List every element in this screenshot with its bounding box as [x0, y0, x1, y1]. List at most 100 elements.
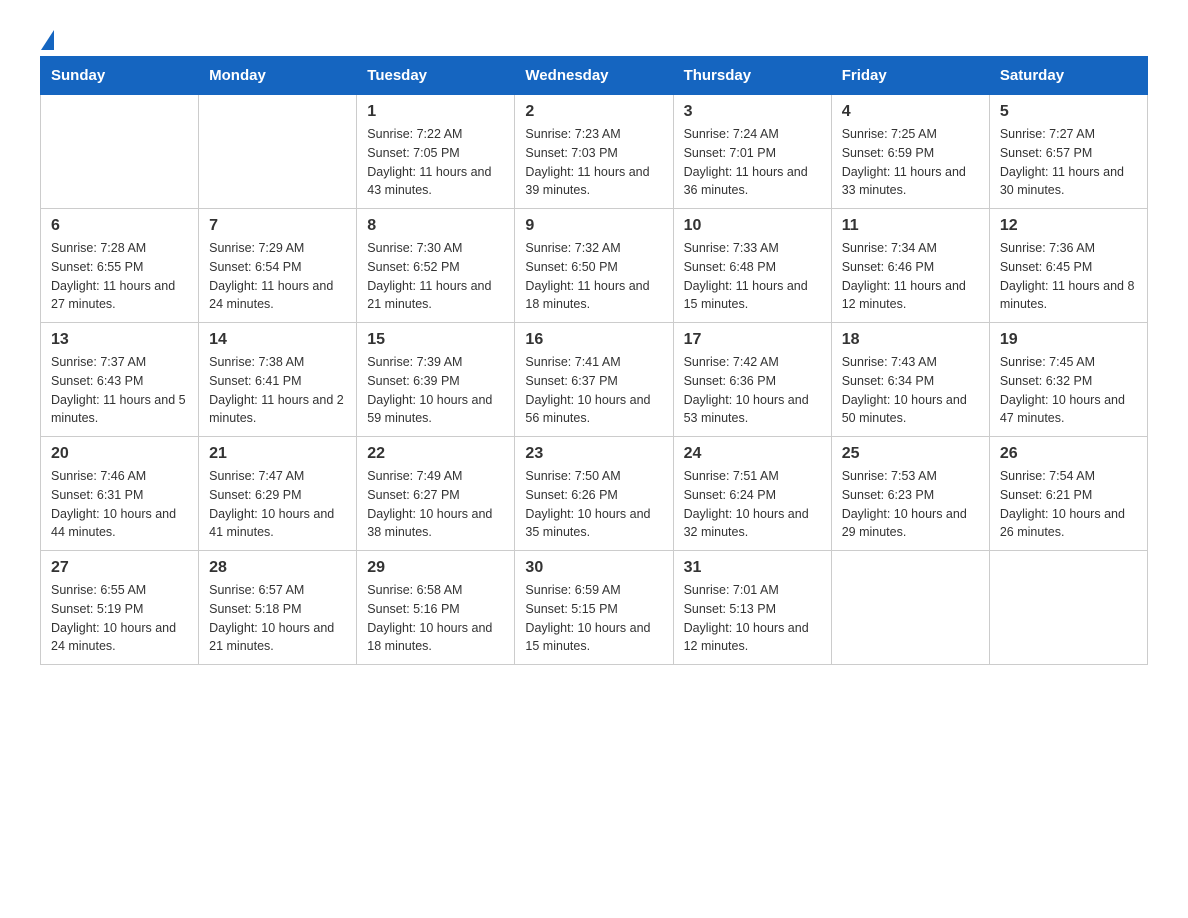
calendar-cell: 30Sunrise: 6:59 AMSunset: 5:15 PMDayligh…	[515, 551, 673, 665]
day-number: 4	[842, 103, 979, 121]
day-number: 9	[525, 217, 662, 235]
header-thursday: Thursday	[673, 57, 831, 95]
day-info: Sunrise: 7:54 AMSunset: 6:21 PMDaylight:…	[1000, 467, 1137, 542]
day-info: Sunrise: 7:39 AMSunset: 6:39 PMDaylight:…	[367, 353, 504, 428]
calendar-cell: 16 Sunrise: 7:41 AMSunset: 6:37 PMDayligh…	[515, 323, 673, 437]
calendar-table: SundayMondayTuesdayWednesdayThursdayFrid…	[40, 56, 1148, 665]
calendar-cell	[831, 551, 989, 665]
day-number: 23	[525, 445, 662, 463]
day-number: 22	[367, 445, 504, 463]
day-number: 24	[684, 445, 821, 463]
calendar-cell	[989, 551, 1147, 665]
calendar-week-row: 20 Sunrise: 7:46 AMSunset: 6:31 PMDayligh…	[41, 437, 1148, 551]
header-saturday: Saturday	[989, 57, 1147, 95]
day-number: 14	[209, 331, 346, 349]
day-number: 7	[209, 217, 346, 235]
day-info: Sunrise: 7:01 AMSunset: 5:13 PMDaylight:…	[684, 581, 821, 656]
calendar-cell: 17 Sunrise: 7:42 AMSunset: 6:36 PMDayligh…	[673, 323, 831, 437]
header-sunday: Sunday	[41, 57, 199, 95]
calendar-cell: 24Sunrise: 7:51 AMSunset: 6:24 PMDayligh…	[673, 437, 831, 551]
calendar-cell	[41, 95, 199, 209]
day-number: 19	[1000, 331, 1137, 349]
day-number: 1	[367, 103, 504, 121]
calendar-cell: 22 Sunrise: 7:49 AMSunset: 6:27 PMDayligh…	[357, 437, 515, 551]
day-info: Sunrise: 7:46 AMSunset: 6:31 PMDaylight:…	[51, 467, 188, 542]
day-number: 20	[51, 445, 188, 463]
day-info: Sunrise: 7:37 AMSunset: 6:43 PMDaylight:…	[51, 353, 188, 428]
header-friday: Friday	[831, 57, 989, 95]
day-info: Sunrise: 7:47 AMSunset: 6:29 PMDaylight:…	[209, 467, 346, 542]
calendar-cell: 3 Sunrise: 7:24 AMSunset: 7:01 PMDaylight…	[673, 95, 831, 209]
day-number: 16	[525, 331, 662, 349]
day-info: Sunrise: 6:58 AMSunset: 5:16 PMDaylight:…	[367, 581, 504, 656]
day-info: Sunrise: 7:22 AMSunset: 7:05 PMDaylight:…	[367, 125, 504, 200]
day-info: Sunrise: 7:28 AMSunset: 6:55 PMDaylight:…	[51, 239, 188, 314]
calendar-cell: 6 Sunrise: 7:28 AMSunset: 6:55 PMDaylight…	[41, 209, 199, 323]
calendar-week-row: 1 Sunrise: 7:22 AMSunset: 7:05 PMDaylight…	[41, 95, 1148, 209]
calendar-cell: 1 Sunrise: 7:22 AMSunset: 7:05 PMDaylight…	[357, 95, 515, 209]
day-info: Sunrise: 7:27 AMSunset: 6:57 PMDaylight:…	[1000, 125, 1137, 200]
day-number: 12	[1000, 217, 1137, 235]
day-number: 29	[367, 559, 504, 577]
calendar-cell: 31 Sunrise: 7:01 AMSunset: 5:13 PMDayligh…	[673, 551, 831, 665]
calendar-cell: 25Sunrise: 7:53 AMSunset: 6:23 PMDayligh…	[831, 437, 989, 551]
calendar-cell: 4 Sunrise: 7:25 AMSunset: 6:59 PMDaylight…	[831, 95, 989, 209]
day-number: 17	[684, 331, 821, 349]
day-info: Sunrise: 7:30 AMSunset: 6:52 PMDaylight:…	[367, 239, 504, 314]
day-number: 6	[51, 217, 188, 235]
calendar-cell: 19 Sunrise: 7:45 AMSunset: 6:32 PMDayligh…	[989, 323, 1147, 437]
day-info: Sunrise: 7:33 AMSunset: 6:48 PMDaylight:…	[684, 239, 821, 314]
header-tuesday: Tuesday	[357, 57, 515, 95]
header	[40, 30, 1148, 46]
day-number: 27	[51, 559, 188, 577]
calendar-cell: 27 Sunrise: 6:55 AMSunset: 5:19 PMDayligh…	[41, 551, 199, 665]
day-info: Sunrise: 7:50 AMSunset: 6:26 PMDaylight:…	[525, 467, 662, 542]
day-info: Sunrise: 7:45 AMSunset: 6:32 PMDaylight:…	[1000, 353, 1137, 428]
calendar-cell: 11 Sunrise: 7:34 AMSunset: 6:46 PMDayligh…	[831, 209, 989, 323]
day-number: 18	[842, 331, 979, 349]
day-number: 30	[525, 559, 662, 577]
day-number: 5	[1000, 103, 1137, 121]
logo	[40, 30, 54, 46]
day-number: 2	[525, 103, 662, 121]
day-info: Sunrise: 7:25 AMSunset: 6:59 PMDaylight:…	[842, 125, 979, 200]
calendar-week-row: 13 Sunrise: 7:37 AMSunset: 6:43 PMDayligh…	[41, 323, 1148, 437]
calendar-cell: 12Sunrise: 7:36 AMSunset: 6:45 PMDayligh…	[989, 209, 1147, 323]
calendar-cell: 2 Sunrise: 7:23 AMSunset: 7:03 PMDaylight…	[515, 95, 673, 209]
day-number: 3	[684, 103, 821, 121]
day-number: 28	[209, 559, 346, 577]
day-info: Sunrise: 7:23 AMSunset: 7:03 PMDaylight:…	[525, 125, 662, 200]
day-info: Sunrise: 7:29 AMSunset: 6:54 PMDaylight:…	[209, 239, 346, 314]
day-info: Sunrise: 7:41 AMSunset: 6:37 PMDaylight:…	[525, 353, 662, 428]
day-number: 15	[367, 331, 504, 349]
calendar-header-row: SundayMondayTuesdayWednesdayThursdayFrid…	[41, 57, 1148, 95]
day-info: Sunrise: 7:24 AMSunset: 7:01 PMDaylight:…	[684, 125, 821, 200]
logo-triangle-icon	[41, 30, 54, 50]
day-number: 10	[684, 217, 821, 235]
day-info: Sunrise: 7:34 AMSunset: 6:46 PMDaylight:…	[842, 239, 979, 314]
day-number: 13	[51, 331, 188, 349]
day-info: Sunrise: 7:49 AMSunset: 6:27 PMDaylight:…	[367, 467, 504, 542]
calendar-cell: 29 Sunrise: 6:58 AMSunset: 5:16 PMDayligh…	[357, 551, 515, 665]
day-number: 8	[367, 217, 504, 235]
calendar-cell: 23 Sunrise: 7:50 AMSunset: 6:26 PMDayligh…	[515, 437, 673, 551]
day-info: Sunrise: 6:55 AMSunset: 5:19 PMDaylight:…	[51, 581, 188, 656]
header-monday: Monday	[199, 57, 357, 95]
day-info: Sunrise: 6:57 AMSunset: 5:18 PMDaylight:…	[209, 581, 346, 656]
day-number: 21	[209, 445, 346, 463]
calendar-cell: 21 Sunrise: 7:47 AMSunset: 6:29 PMDayligh…	[199, 437, 357, 551]
day-info: Sunrise: 7:53 AMSunset: 6:23 PMDaylight:…	[842, 467, 979, 542]
day-number: 31	[684, 559, 821, 577]
calendar-cell: 15 Sunrise: 7:39 AMSunset: 6:39 PMDayligh…	[357, 323, 515, 437]
calendar-cell: 10 Sunrise: 7:33 AMSunset: 6:48 PMDayligh…	[673, 209, 831, 323]
calendar-cell: 18 Sunrise: 7:43 AMSunset: 6:34 PMDayligh…	[831, 323, 989, 437]
day-info: Sunrise: 7:32 AMSunset: 6:50 PMDaylight:…	[525, 239, 662, 314]
calendar-cell: 13 Sunrise: 7:37 AMSunset: 6:43 PMDayligh…	[41, 323, 199, 437]
calendar-week-row: 27 Sunrise: 6:55 AMSunset: 5:19 PMDayligh…	[41, 551, 1148, 665]
calendar-cell: 8 Sunrise: 7:30 AMSunset: 6:52 PMDaylight…	[357, 209, 515, 323]
day-info: Sunrise: 7:43 AMSunset: 6:34 PMDaylight:…	[842, 353, 979, 428]
day-number: 11	[842, 217, 979, 235]
day-info: Sunrise: 7:42 AMSunset: 6:36 PMDaylight:…	[684, 353, 821, 428]
calendar-cell: 5 Sunrise: 7:27 AMSunset: 6:57 PMDaylight…	[989, 95, 1147, 209]
day-number: 26	[1000, 445, 1137, 463]
